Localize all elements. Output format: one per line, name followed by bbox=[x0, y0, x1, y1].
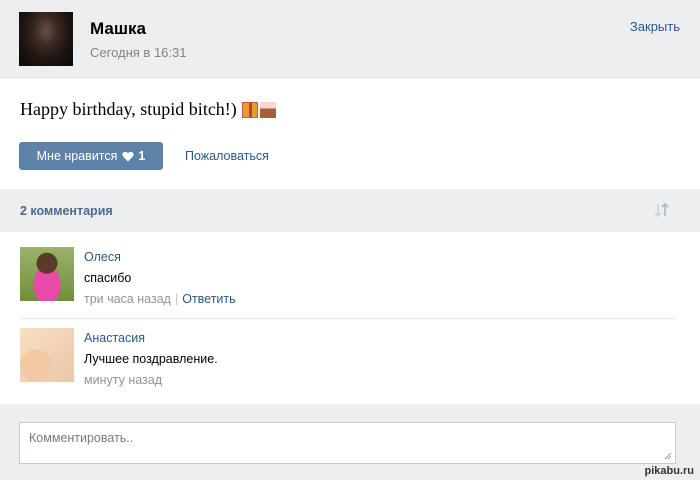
comment-meta: минуту назад bbox=[84, 373, 162, 387]
sort-icon[interactable] bbox=[654, 203, 670, 217]
reply-link[interactable]: Ответить bbox=[182, 292, 235, 306]
watermark: pikabu.ru bbox=[644, 465, 694, 477]
comments-count: 2 комментария bbox=[20, 204, 113, 218]
gift-icon bbox=[241, 101, 258, 118]
comment-time: минуту назад bbox=[84, 373, 163, 387]
comment-input-area: Комментировать.. bbox=[0, 404, 700, 480]
comments-header: 2 комментария bbox=[0, 189, 700, 232]
close-link[interactable]: Закрыть bbox=[630, 19, 680, 34]
cake-icon bbox=[259, 101, 276, 118]
post-text: Happy birthday, stupid bitch!) bbox=[20, 99, 237, 119]
comment-meta: три часа назад | Ответить bbox=[84, 292, 236, 306]
like-count: 1 bbox=[138, 149, 146, 163]
post-time: Сегодня в 16:31 bbox=[90, 45, 187, 60]
comment-input[interactable]: Комментировать.. bbox=[19, 422, 676, 464]
comment-time: три часа назад bbox=[84, 292, 171, 306]
report-link[interactable]: Пожаловаться bbox=[185, 149, 269, 163]
comments-list: Олеся спасибо три часа назад | Ответить Ан… bbox=[0, 232, 700, 404]
comment-item: Анастасия Лучшее поздравление. минуту на… bbox=[20, 328, 676, 398]
like-button[interactable]: Мне нравится 1 bbox=[19, 142, 163, 170]
post-text-line: Happy birthday, stupid bitch!) bbox=[20, 99, 276, 120]
like-label: Мне нравится bbox=[36, 149, 118, 163]
comment-divider bbox=[20, 318, 676, 319]
author-name[interactable]: Машка bbox=[90, 19, 146, 39]
author-avatar[interactable] bbox=[19, 12, 73, 66]
commenter-name[interactable]: Анастасия bbox=[84, 331, 145, 345]
comment-text: Лучшее поздравление. bbox=[84, 352, 218, 366]
comment-text: спасибо bbox=[84, 271, 132, 285]
comment-item: Олеся спасибо три часа назад | Ответить bbox=[20, 247, 676, 317]
post-body: Happy birthday, stupid bitch!) Мне нрави… bbox=[0, 79, 700, 189]
commenter-name[interactable]: Олеся bbox=[84, 250, 121, 264]
meta-separator: | bbox=[174, 292, 179, 306]
resize-handle-icon[interactable] bbox=[664, 452, 672, 460]
commenter-avatar[interactable] bbox=[20, 328, 74, 382]
commenter-avatar[interactable] bbox=[20, 247, 74, 301]
post-header: Машка Сегодня в 16:31 Закрыть bbox=[0, 0, 700, 79]
heart-icon bbox=[122, 151, 134, 161]
